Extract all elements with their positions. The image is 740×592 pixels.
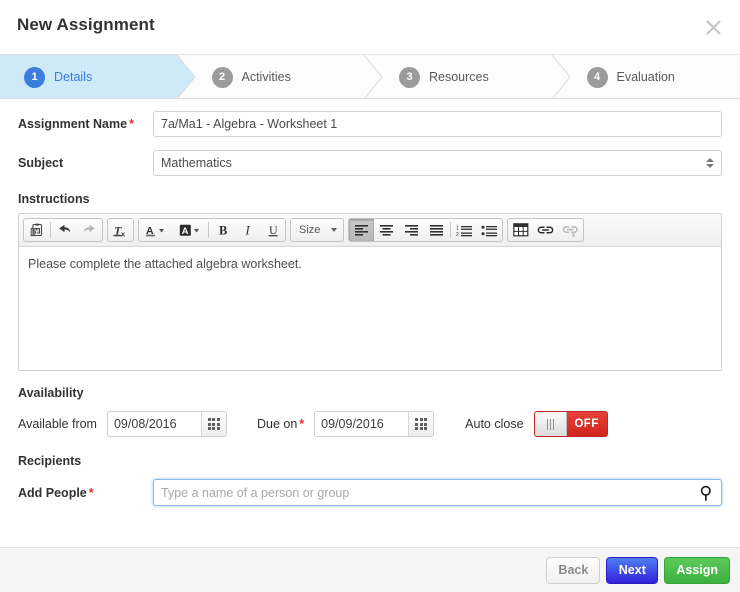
close-icon[interactable]: [699, 13, 727, 41]
subject-row: Subject Mathematics: [0, 150, 740, 176]
toolbar-group-insert: x: [507, 218, 585, 242]
required-marker: *: [299, 417, 305, 431]
page-title: New Assignment: [17, 15, 155, 34]
step-label: Details: [54, 70, 93, 84]
step-number-badge: 2: [211, 66, 233, 88]
step-indicator: 1 Details 2 Activities 3 Resources 4 Eva…: [0, 55, 740, 99]
instructions-editor: T x A A B I U Size 1 2 x Please complete…: [18, 213, 722, 371]
calendar-icon[interactable]: [408, 412, 434, 436]
step-details[interactable]: 1 Details: [0, 55, 195, 98]
toolbar-group-paragraph: 1 2: [348, 218, 504, 242]
step-label: Evaluation: [616, 70, 675, 84]
step-number-badge: 1: [24, 66, 45, 88]
add-people-row: Add People *: [0, 479, 740, 506]
step-evaluation[interactable]: 4 Evaluation: [552, 55, 740, 98]
svg-text:U: U: [269, 223, 278, 237]
availability-row: Available from Due on*: [0, 411, 740, 437]
italic-icon[interactable]: I: [235, 219, 260, 241]
add-people-label: Add People *: [18, 486, 153, 500]
step-label: Resources: [429, 70, 489, 84]
text-color-icon[interactable]: A: [139, 219, 173, 241]
svg-text:I: I: [244, 223, 250, 237]
svg-text:x: x: [121, 229, 126, 238]
background-color-icon[interactable]: A: [173, 219, 207, 241]
undo-icon[interactable]: [52, 219, 77, 241]
align-center-icon[interactable]: [374, 219, 399, 241]
available-from-input[interactable]: [107, 412, 201, 436]
toolbar-group-font-style: A A B I U: [138, 218, 286, 242]
unlink-icon[interactable]: x: [558, 219, 583, 241]
instructions-heading: Instructions: [18, 192, 90, 206]
link-icon[interactable]: [533, 219, 558, 241]
subject-selected-value: Mathematics: [161, 156, 232, 170]
align-left-icon[interactable]: [349, 219, 375, 241]
available-from-label: Available from: [18, 417, 97, 431]
add-people-input[interactable]: [153, 479, 722, 506]
auto-close-label: Auto close: [465, 417, 524, 431]
add-people-label-text: Add People: [18, 485, 87, 500]
availability-heading: Availability: [18, 386, 84, 400]
svg-text:1: 1: [456, 225, 459, 231]
remove-format-icon[interactable]: T x: [108, 219, 133, 241]
table-icon[interactable]: [508, 219, 533, 241]
toolbar-group-remove-format: T x: [107, 218, 134, 242]
calendar-icon[interactable]: [200, 412, 226, 436]
toolbar-separator: [208, 222, 209, 238]
step-activities[interactable]: 2 Activities: [177, 55, 382, 98]
due-on-input[interactable]: [315, 412, 409, 436]
dialog-header: New Assignment: [0, 0, 740, 55]
assignment-name-input[interactable]: [153, 111, 722, 137]
search-icon[interactable]: [699, 485, 714, 501]
svg-text:A: A: [182, 226, 189, 237]
svg-text:x: x: [572, 232, 576, 237]
svg-text:2: 2: [456, 232, 459, 237]
dialog-footer: Back Next Assign: [0, 547, 740, 592]
chevron-down-icon: [331, 228, 338, 232]
bulleted-list-icon[interactable]: [477, 219, 502, 241]
assignment-name-label-text: Assignment Name: [18, 117, 128, 131]
editor-toolbar: T x A A B I U Size 1 2 x: [19, 214, 721, 247]
required-marker: *: [129, 117, 134, 131]
step-resources[interactable]: 3 Resources: [365, 55, 570, 98]
font-size-label: Size: [299, 224, 321, 236]
assignment-name-row: Assignment Name *: [0, 111, 740, 137]
svg-text:B: B: [219, 223, 227, 237]
required-marker: *: [88, 485, 94, 500]
instructions-body-text: Please complete the attached algebra wor…: [28, 257, 302, 271]
next-button[interactable]: Next: [606, 556, 659, 584]
assign-button[interactable]: Assign: [664, 556, 730, 584]
back-button[interactable]: Back: [546, 556, 601, 584]
subject-label: Subject: [18, 156, 64, 170]
due-on-date-control: [314, 411, 435, 437]
assignment-name-label: Assignment Name *: [18, 117, 153, 131]
step-number-badge: 4: [586, 66, 608, 88]
new-assignment-dialog: New Assignment 1 Details 2 Activities 3 …: [0, 0, 740, 592]
toolbar-group-clipboard: [23, 218, 103, 242]
font-size-dropdown[interactable]: Size: [290, 218, 345, 242]
dialog-body: Assignment Name* Subject Mathematics Ins…: [0, 99, 740, 547]
due-on-label: Due on *: [257, 417, 304, 431]
toggle-handle-icon: [534, 412, 567, 436]
select-stepper-icon: [706, 158, 714, 168]
recipients-heading: Recipients: [18, 454, 82, 468]
step-number-badge: 3: [399, 66, 420, 88]
align-justify-icon[interactable]: [424, 219, 449, 241]
underline-icon[interactable]: U: [260, 219, 285, 241]
available-from-date-control: [106, 411, 227, 437]
due-on-label-text: Due on: [256, 417, 298, 431]
numbered-list-icon[interactable]: 1 2: [452, 219, 477, 241]
auto-close-state-label: OFF: [566, 412, 607, 436]
subject-select[interactable]: Mathematics: [153, 150, 722, 176]
align-right-icon[interactable]: [399, 219, 424, 241]
paste-from-word-icon[interactable]: [24, 219, 49, 241]
instructions-text-area[interactable]: Please complete the attached algebra wor…: [19, 247, 721, 370]
redo-icon[interactable]: [77, 219, 102, 241]
step-label: Activities: [241, 70, 291, 84]
toolbar-separator: [450, 222, 452, 238]
auto-close-toggle[interactable]: OFF: [533, 411, 608, 437]
toolbar-separator: [50, 222, 51, 238]
bold-icon[interactable]: B: [210, 219, 235, 241]
